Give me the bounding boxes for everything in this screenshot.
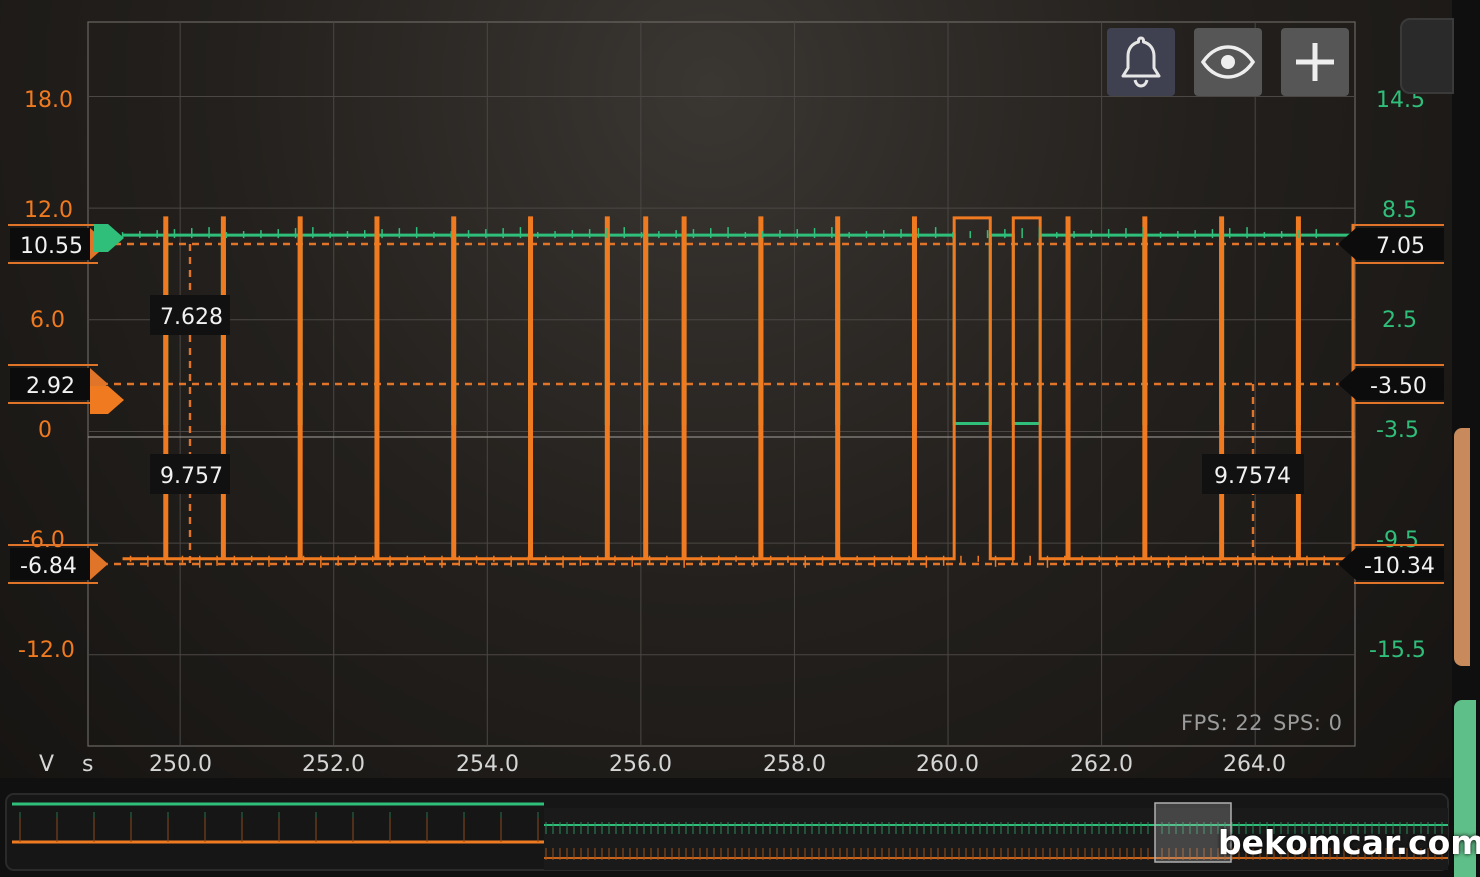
- performance-readout: FPS: 22 SPS: 0: [1181, 711, 1352, 735]
- left-tick: 18.0: [24, 88, 73, 113]
- x-tick: 252.0: [302, 752, 365, 777]
- x-tick: 250.0: [149, 752, 212, 777]
- channel-a-trigger-handle[interactable]: [90, 386, 124, 414]
- left-unit-label: V: [39, 752, 54, 777]
- fps-readout: FPS: 22: [1181, 711, 1264, 735]
- x-tick: 254.0: [456, 752, 519, 777]
- right-marker-low-label: -10.34: [1364, 554, 1435, 579]
- bell-icon: [1121, 36, 1161, 88]
- alarm-button[interactable]: [1107, 28, 1175, 96]
- x-tick: 258.0: [763, 752, 826, 777]
- left-tick: 12.0: [24, 198, 73, 223]
- right-marker-high[interactable]: 7.05: [1338, 224, 1444, 264]
- cursor-a-top-readout: 7.628: [150, 295, 230, 335]
- cursor-b-bottom-value: 9.7574: [1214, 464, 1291, 489]
- left-marker-low[interactable]: -6.84: [8, 544, 108, 584]
- visibility-button[interactable]: [1194, 28, 1262, 96]
- series-a-waveform: [122, 216, 1355, 561]
- plot-frame: [87, 21, 1356, 747]
- left-marker-high-label: 10.55: [20, 234, 83, 259]
- channel-a-side-tab[interactable]: [1454, 428, 1470, 666]
- sps-readout: SPS: 0: [1273, 711, 1343, 735]
- watermark: bekomcar.com: [1218, 823, 1480, 862]
- series-b-waveform: [122, 233, 1355, 428]
- add-button[interactable]: [1281, 28, 1349, 96]
- right-marker-mid[interactable]: -3.50: [1338, 364, 1444, 404]
- left-tick: 6.0: [30, 308, 65, 333]
- plus-icon: [1296, 43, 1334, 81]
- right-tick: -15.5: [1369, 638, 1426, 663]
- x-tick: 260.0: [916, 752, 979, 777]
- left-tick: 0: [38, 418, 52, 443]
- right-marker-low[interactable]: -10.34: [1338, 544, 1444, 584]
- left-tick: -12.0: [18, 638, 75, 663]
- cursor-b-bottom-readout: 9.7574: [1202, 454, 1304, 494]
- right-marker-high-label: 7.05: [1376, 234, 1425, 259]
- plot-grid: [88, 22, 1355, 746]
- right-tick: -3.5: [1376, 418, 1419, 443]
- x-tick: 264.0: [1223, 752, 1286, 777]
- right-tick: 8.5: [1382, 198, 1417, 223]
- cursor-a-bottom-readout: 9.757: [150, 454, 230, 494]
- x-tick: 256.0: [609, 752, 672, 777]
- panel-drawer-handle[interactable]: [1400, 18, 1454, 94]
- left-marker-high[interactable]: 10.55: [8, 224, 108, 264]
- scope-plot[interactable]: 18.0 12.0 6.0 0 -6.0 -12.0 14.5 8.5 2.5 …: [0, 0, 1480, 877]
- channel-b-trigger-handle[interactable]: [94, 224, 124, 252]
- left-marker-mid-label: 2.92: [26, 374, 75, 399]
- cursor-a-bottom-value: 9.757: [160, 464, 223, 489]
- x-unit-label: s: [82, 752, 93, 777]
- right-tick: 2.5: [1382, 308, 1417, 333]
- eye-icon: [1201, 45, 1255, 79]
- right-marker-mid-label: -3.50: [1370, 374, 1427, 399]
- oscilloscope-app: 18.0 12.0 6.0 0 -6.0 -12.0 14.5 8.5 2.5 …: [0, 0, 1480, 877]
- cursor-a-top-value: 7.628: [160, 305, 223, 330]
- left-marker-low-label: -6.84: [20, 554, 77, 579]
- x-tick: 262.0: [1070, 752, 1133, 777]
- x-axis: V s 250.0 252.0 254.0 256.0 258.0 260.0 …: [39, 752, 1286, 777]
